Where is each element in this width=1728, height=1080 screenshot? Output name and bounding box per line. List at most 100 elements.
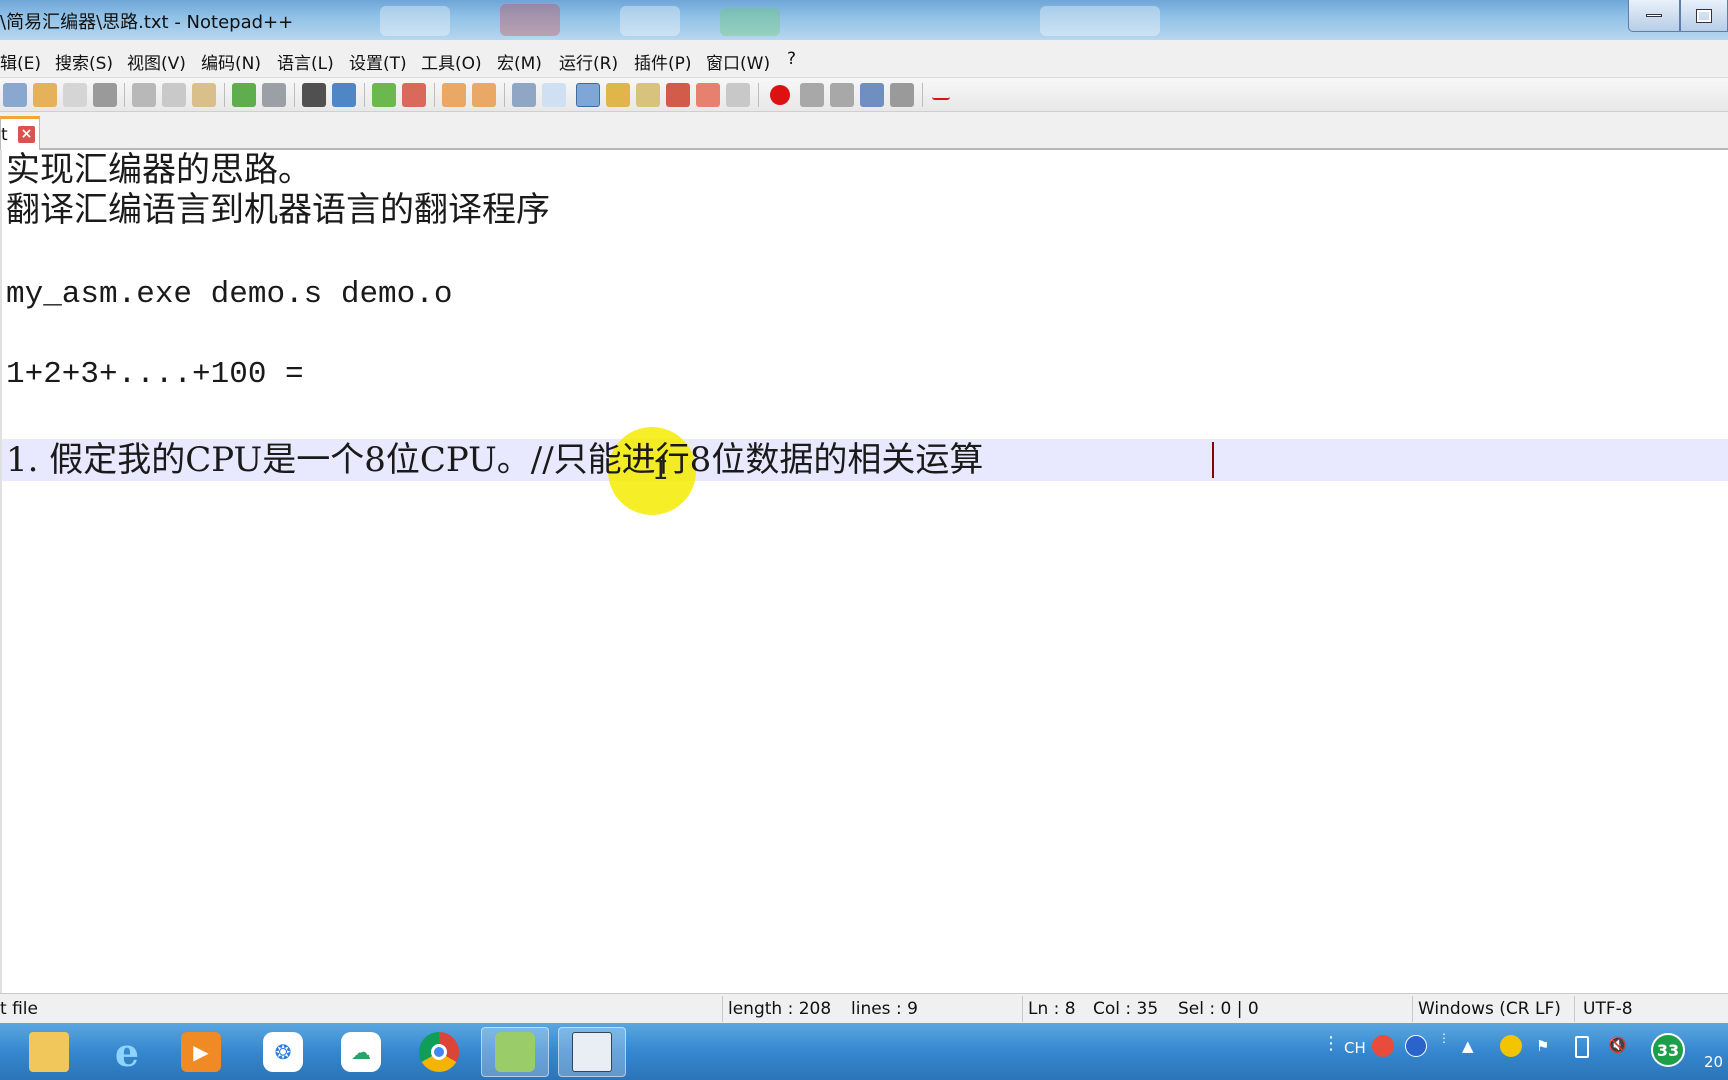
menu-search[interactable]: 搜索(S): [55, 49, 113, 74]
taskbar-document-viewer[interactable]: [558, 1027, 626, 1077]
copy-icon[interactable]: [162, 83, 186, 107]
tray-more-icon[interactable]: ⋮: [1438, 1031, 1450, 1045]
tray-grip-icon: ⋮: [1322, 1033, 1340, 1054]
menu-window[interactable]: 窗口(W): [706, 49, 770, 74]
menu-help[interactable]: ?: [787, 49, 796, 69]
menu-settings[interactable]: 设置(T): [349, 49, 407, 74]
status-eol[interactable]: Windows (CR LF): [1418, 999, 1561, 1019]
record-macro-icon[interactable]: [770, 85, 790, 105]
menu-macro[interactable]: 宏(M): [497, 49, 542, 74]
indent-guide-icon[interactable]: [576, 83, 600, 107]
minimize-icon: [1646, 14, 1662, 17]
cut-icon[interactable]: [132, 83, 156, 107]
internet-explorer-icon: e: [114, 1029, 140, 1075]
taskbar-internet-explorer[interactable]: e: [93, 1027, 161, 1077]
text-caret: [1212, 442, 1214, 478]
toolbar-separator: [922, 83, 923, 107]
menu-edit[interactable]: 辑(E): [0, 49, 41, 74]
find-icon[interactable]: [302, 83, 326, 107]
editor-line: 1. 假定我的CPU是一个8位CPU。//只能进行8位数据的相关运算: [6, 440, 984, 480]
toolbar-separator: [504, 83, 505, 107]
ime-indicator[interactable]: CH: [1344, 1039, 1366, 1057]
taskbar-file-explorer[interactable]: [15, 1027, 83, 1077]
status-lines: lines : 9: [851, 999, 918, 1019]
redo-icon[interactable]: [262, 83, 286, 107]
zoom-in-icon[interactable]: [372, 83, 396, 107]
taskbar-cloud-sync[interactable]: ☁: [327, 1027, 395, 1077]
sync-vertical-icon[interactable]: [442, 83, 466, 107]
cloud-icon: ☁: [341, 1032, 381, 1072]
menu-run[interactable]: 运行(R): [559, 49, 618, 74]
status-divider: [1412, 996, 1413, 1022]
show-hidden-icons-icon[interactable]: ▲: [1462, 1037, 1474, 1055]
zoom-out-icon[interactable]: [402, 83, 426, 107]
doc-map-icon[interactable]: [636, 83, 660, 107]
menu-plugins[interactable]: 插件(P): [634, 49, 692, 74]
toolbar-separator: [758, 83, 759, 107]
close-tab-icon[interactable]: ×: [18, 126, 35, 143]
show-all-chars-icon[interactable]: [542, 83, 566, 107]
sync-horizontal-icon[interactable]: [472, 83, 496, 107]
taskbar-baidu-netdisk[interactable]: ❂: [249, 1027, 317, 1077]
clock[interactable]: 20: [1704, 1053, 1723, 1071]
sogou-ime-icon[interactable]: [1372, 1035, 1394, 1057]
action-center-flag-icon[interactable]: ⚑: [1536, 1037, 1549, 1055]
toolbar-separator: [124, 83, 125, 107]
desktop-reflection: [1040, 6, 1160, 36]
monitoring-icon[interactable]: [726, 83, 750, 107]
status-column: Col : 35: [1093, 999, 1159, 1019]
help-icon[interactable]: [1405, 1035, 1427, 1057]
open-file-icon[interactable]: [33, 83, 57, 107]
replace-icon[interactable]: [332, 83, 356, 107]
function-list-icon[interactable]: [666, 83, 690, 107]
editor-line: 翻译汇编语言到机器语言的翻译程序: [6, 190, 550, 230]
netdisk-icon: ❂: [263, 1032, 303, 1072]
save-icon[interactable]: [63, 83, 87, 107]
status-length: length : 208: [728, 999, 832, 1019]
desktop-reflection: [380, 6, 450, 36]
paste-icon[interactable]: [192, 83, 216, 107]
minimize-button[interactable]: [1628, 0, 1680, 32]
word-wrap-icon[interactable]: [512, 83, 536, 107]
stop-macro-icon[interactable]: [800, 83, 824, 107]
tab-file[interactable]: t ×: [0, 116, 40, 150]
folder-icon: [29, 1032, 69, 1072]
notification-badge[interactable]: 33: [1651, 1033, 1685, 1067]
taskbar-media-player[interactable]: ▶: [167, 1027, 235, 1077]
run-macro-multiple-icon[interactable]: [860, 83, 884, 107]
menu-language[interactable]: 语言(L): [277, 49, 334, 74]
battery-icon[interactable]: [1575, 1036, 1589, 1058]
editor-line: 实现汇编器的思路。: [6, 150, 312, 190]
taskbar-chrome[interactable]: [405, 1027, 473, 1077]
menu-encoding[interactable]: 编码(N): [201, 49, 261, 74]
volume-muted-icon[interactable]: 🔇: [1608, 1036, 1627, 1054]
text-editor[interactable]: 实现汇编器的思路。 翻译汇编语言到机器语言的翻译程序 my_asm.exe de…: [0, 150, 1728, 993]
toolbar-separator: [224, 83, 225, 107]
toolbar-separator: [364, 83, 365, 107]
security-icon[interactable]: [1500, 1035, 1522, 1057]
menu-tools[interactable]: 工具(O): [421, 49, 482, 74]
menu-view[interactable]: 视图(V): [127, 49, 186, 74]
new-file-icon[interactable]: [3, 83, 27, 107]
print-icon[interactable]: [93, 83, 117, 107]
status-encoding[interactable]: UTF-8: [1583, 999, 1633, 1019]
maximize-button[interactable]: [1680, 0, 1728, 32]
taskbar-notepad-plus-plus[interactable]: [481, 1027, 549, 1077]
udl-icon[interactable]: [606, 83, 630, 107]
status-divider: [1022, 996, 1023, 1022]
editor-line: 1+2+3+....+100 =: [6, 357, 304, 392]
undo-icon[interactable]: [232, 83, 256, 107]
status-file-type: t file: [0, 999, 38, 1019]
tab-bar: t ×: [0, 112, 1728, 150]
editor-line: my_asm.exe demo.s demo.o: [6, 277, 453, 312]
chrome-icon: [419, 1032, 459, 1072]
status-selection: Sel : 0 | 0: [1178, 999, 1259, 1019]
folder-workspace-icon[interactable]: [696, 83, 720, 107]
save-macro-icon[interactable]: [890, 83, 914, 107]
play-macro-icon[interactable]: [830, 83, 854, 107]
toolbar: [0, 78, 1728, 112]
spell-check-icon[interactable]: [932, 86, 950, 100]
